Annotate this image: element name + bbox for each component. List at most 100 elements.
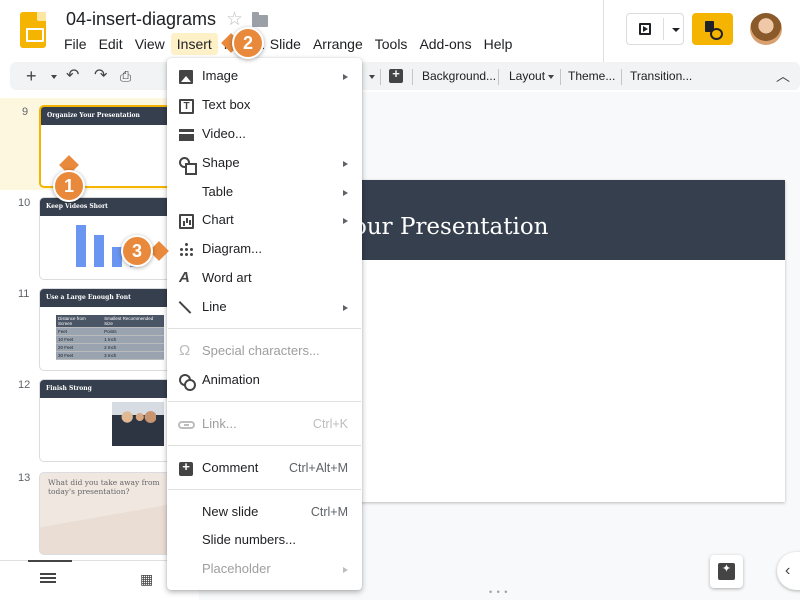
menu-arrange[interactable]: Arrange: [307, 33, 369, 55]
active-view-indicator: [28, 560, 72, 562]
menu-item-comment[interactable]: Comment Ctrl+Alt+M: [167, 454, 362, 483]
menu-item-label: Placeholder: [202, 561, 271, 576]
side-panel-toggle[interactable]: ‹: [777, 552, 800, 590]
menu-edit[interactable]: Edit: [93, 33, 129, 55]
line-weight-caret-icon[interactable]: [369, 75, 375, 79]
chart-icon: [179, 214, 194, 229]
undo-icon[interactable]: ↶: [66, 62, 79, 90]
comment-icon: [179, 459, 193, 476]
menu-separator: [168, 489, 361, 490]
submenu-arrow-icon: [343, 305, 348, 311]
menu-add-ons[interactable]: Add-ons: [413, 33, 477, 55]
redo-icon[interactable]: ↷: [94, 62, 107, 90]
menu-item-label: Word art: [202, 270, 252, 285]
menu-insert[interactable]: Insert: [170, 33, 218, 55]
new-slide-icon[interactable]: +: [26, 62, 37, 90]
share-button[interactable]: [692, 13, 733, 45]
thumb-title: Finish Strong: [46, 385, 92, 392]
menu-item-video[interactable]: Video...: [167, 120, 362, 149]
menu-item-slide-numbers[interactable]: Slide numbers...: [167, 526, 362, 555]
menu-item-animation[interactable]: Animation: [167, 366, 362, 395]
new-slide-caret-icon[interactable]: [51, 75, 57, 79]
menu-item-line[interactable]: Line: [167, 293, 362, 322]
menu-item-label: Slide numbers...: [202, 532, 296, 547]
slide-number: 11: [18, 288, 30, 300]
thumb-chart-bar: [94, 235, 104, 267]
transition-button[interactable]: Transition...: [630, 62, 692, 90]
menu-file[interactable]: File: [58, 33, 93, 55]
toolbar-divider: [498, 69, 499, 85]
present-button[interactable]: [626, 13, 684, 45]
menu-help[interactable]: Help: [478, 33, 519, 55]
present-divider: [663, 18, 664, 40]
theme-button[interactable]: Theme...: [568, 62, 615, 90]
folder-icon[interactable]: [252, 12, 268, 27]
layout-label: Layout: [509, 69, 546, 83]
slide-number: 13: [18, 472, 31, 484]
chevron-left-icon: ‹: [785, 562, 791, 579]
menu-bar: File Edit View Insert Format Slide Arran…: [58, 33, 518, 55]
layout-caret-icon: [548, 74, 555, 79]
menu-item-table[interactable]: Table: [167, 178, 362, 207]
menu-view[interactable]: View: [129, 33, 171, 55]
menu-item-label: Diagram...: [202, 241, 262, 256]
menu-item-label: Animation: [202, 372, 260, 387]
toolbar-divider: [412, 69, 413, 85]
collapse-toolbar-icon[interactable]: ︿: [776, 62, 790, 90]
step-callout-3: 3: [121, 235, 153, 267]
menu-item-diagram[interactable]: Diagram...: [167, 235, 362, 264]
omega-icon: Ω: [179, 342, 191, 359]
step-callout-1: 1: [53, 170, 85, 202]
explore-icon: [718, 562, 735, 580]
textbox-icon: T: [179, 99, 194, 114]
menu-tools[interactable]: Tools: [369, 33, 414, 55]
table-cell: 3 Inch: [102, 351, 164, 360]
line-icon: [178, 301, 192, 314]
word-art-icon: A: [179, 269, 190, 286]
table-cell: 1 Inch: [102, 335, 164, 344]
menu-item-shape[interactable]: Shape: [167, 149, 362, 178]
grid-view-icon[interactable]: ▦: [140, 571, 153, 588]
slide-title[interactable]: our Presentation: [353, 214, 549, 240]
menu-item-chart[interactable]: Chart: [167, 206, 362, 235]
slide-number: 9: [22, 106, 29, 118]
present-dropdown-icon[interactable]: [672, 28, 680, 32]
document-title[interactable]: 04-insert-diagrams: [66, 9, 216, 30]
menu-item-shortcut: Ctrl+K: [312, 417, 348, 431]
menu-item-word-art[interactable]: A Word art: [167, 264, 362, 293]
menu-item-text-box[interactable]: T Text box: [167, 91, 362, 120]
table-cell: 30 Feet: [56, 351, 103, 360]
layout-button[interactable]: Layout: [509, 62, 555, 90]
main-slide[interactable]: our Presentation: [339, 180, 785, 502]
menu-item-label: Image: [202, 68, 239, 83]
menu-item-label: Video...: [202, 126, 246, 141]
menu-item-special-characters: Ω Special characters...: [167, 337, 362, 366]
table-cell: Distance from Screen: [56, 315, 103, 328]
share-icon: [705, 21, 723, 40]
print-icon[interactable]: ⎙: [120, 62, 131, 90]
menu-item-label: Link...: [202, 416, 237, 431]
menu-item-new-slide[interactable]: New slide Ctrl+M: [167, 498, 362, 527]
slides-logo-icon[interactable]: [20, 12, 46, 48]
menu-item-label: Special characters...: [202, 343, 320, 358]
link-icon: [178, 421, 195, 429]
thumb-chart-bar: [76, 225, 86, 267]
avatar[interactable]: [750, 13, 782, 45]
menu-item-image[interactable]: Image: [167, 62, 362, 91]
submenu-arrow-icon: [343, 218, 348, 224]
menu-slide[interactable]: Slide: [264, 33, 307, 55]
explore-button[interactable]: [710, 555, 743, 588]
background-button[interactable]: Background...: [422, 62, 496, 90]
thumb-title: Keep Videos Short: [46, 203, 108, 210]
menu-item-label: Shape: [202, 155, 240, 170]
menu-item-link: Link... Ctrl+K: [167, 410, 362, 439]
insert-menu: Image T Text box Video... Shape Table Ch…: [167, 58, 362, 590]
animation-icon: [179, 374, 196, 391]
step-callout-2: 2: [232, 27, 264, 59]
add-comment-icon[interactable]: [389, 66, 403, 83]
toolbar-divider: [380, 69, 381, 85]
speaker-notes-drag-handle[interactable]: • • •: [489, 587, 508, 597]
shape-icon: [179, 157, 197, 175]
menu-item-label: New slide: [202, 504, 259, 519]
list-view-icon[interactable]: [40, 573, 56, 583]
